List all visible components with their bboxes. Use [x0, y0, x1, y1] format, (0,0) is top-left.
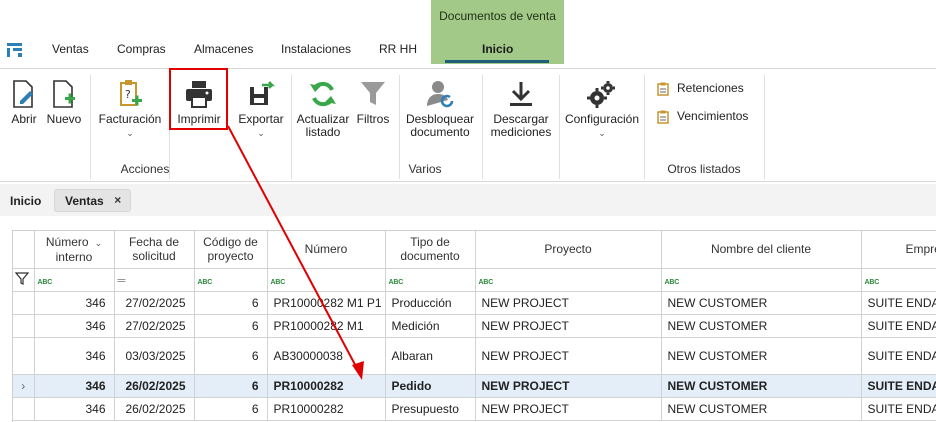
filter-row: ABC ═ ABC ABC ABC ABC ABC ABC — [13, 268, 936, 292]
column-header-empresa[interactable]: Empre — [861, 231, 936, 269]
close-icon[interactable]: × — [114, 193, 121, 207]
gears-icon — [587, 81, 615, 108]
imprimir-button[interactable]: Imprimir — [172, 79, 226, 126]
table-row[interactable]: 346 27/02/2025 6 PR10000282 M1 Medición … — [13, 314, 936, 338]
chevron-down-icon: ⌄ — [598, 128, 606, 138]
filter-cell-codigo[interactable]: ABC — [194, 268, 268, 292]
exportar-label: Exportar — [238, 112, 284, 126]
tab-almacenes[interactable]: Almacenes — [194, 42, 253, 56]
app-logo-icon[interactable] — [6, 40, 24, 58]
descargar-label-line2: mediciones — [490, 125, 552, 139]
desbloquear-label-line1: Desbloquear — [405, 112, 475, 126]
column-header-codigo-proyecto[interactable]: Código de proyecto — [194, 231, 268, 269]
filter-icon[interactable] — [13, 268, 35, 292]
grid-header-selector — [13, 231, 35, 269]
imprimir-label: Imprimir — [177, 112, 221, 126]
column-header-tipo-documento[interactable]: Tipo de documento — [385, 231, 476, 269]
desbloquear-documento-button[interactable]: Desbloquear documento — [403, 79, 477, 139]
active-tab-indicator — [445, 60, 549, 63]
invoice-icon: ? — [120, 80, 142, 106]
filter-cell-numero[interactable]: ABC — [267, 268, 386, 292]
download-icon — [510, 82, 532, 106]
row-selector-chevron-icon[interactable]: › — [13, 374, 35, 398]
ribbon-separator — [559, 75, 560, 179]
tab-instalaciones[interactable]: Instalaciones — [281, 42, 351, 56]
filter-cell-tipo[interactable]: ABC — [385, 268, 476, 292]
filter-cell-fecha[interactable]: ═ — [114, 268, 195, 292]
vencimientos-label: Vencimientos — [677, 109, 749, 123]
tab-rrhh[interactable]: RR HH — [379, 42, 417, 56]
funnel-icon — [361, 82, 385, 105]
documents-grid: Número ⌄ interno Fecha de solicitud Código … — [12, 230, 936, 422]
grid-header-row: Número ⌄ interno Fecha de solicitud Código … — [13, 231, 936, 269]
nuevo-label: Nuevo — [46, 112, 82, 126]
ribbon: Abrir Nuevo ? Facturación ⌄ Imprimir Exp… — [0, 68, 936, 182]
table-row[interactable]: 346 26/02/2025 6 PR10000282 Presupuesto … — [13, 397, 936, 421]
configuracion-label: Configuración — [564, 112, 640, 126]
retenciones-label: Retenciones — [677, 81, 744, 95]
table-row[interactable]: 346 03/03/2025 6 AB30000038 Albaran NEW … — [13, 337, 936, 375]
abrir-label: Abrir — [11, 112, 37, 126]
document-tab-ventas[interactable]: Ventas × — [54, 189, 131, 212]
actualizar-label-line2: listado — [305, 125, 341, 139]
column-header-numero[interactable]: Número — [267, 231, 386, 269]
group-label-varios: Varios — [408, 162, 442, 176]
table-row[interactable]: 346 27/02/2025 6 PR10000282 M1 P1 Produc… — [13, 291, 936, 315]
open-doc-icon — [13, 80, 33, 108]
configuracion-button[interactable]: Configuración ⌄ — [563, 79, 641, 140]
group-label-otros-listados: Otros listados — [667, 162, 741, 176]
facturacion-button[interactable]: ? Facturación ⌄ — [96, 79, 164, 140]
breadcrumb: Inicio Ventas × — [0, 184, 936, 216]
vencimientos-item[interactable]: Vencimientos — [657, 109, 748, 124]
refresh-icon — [310, 81, 336, 107]
column-header-numero-interno[interactable]: Número ⌄ interno — [34, 231, 115, 269]
context-tab-title: Documentos de venta — [439, 9, 556, 23]
filtros-button[interactable]: Filtros — [354, 79, 392, 126]
nuevo-button[interactable]: Nuevo — [45, 79, 83, 126]
descargar-mediciones-button[interactable]: Descargar mediciones — [487, 79, 555, 139]
tab-inicio[interactable]: Inicio — [482, 42, 513, 56]
abrir-button[interactable]: Abrir — [8, 79, 40, 126]
desbloquear-label-line2: documento — [410, 125, 470, 139]
user-unlock-icon — [427, 81, 454, 108]
clipboard-icon — [657, 82, 669, 96]
column-header-nombre-cliente[interactable]: Nombre del cliente — [661, 231, 862, 269]
column-header-fecha-solicitud[interactable]: Fecha de solicitud — [114, 231, 195, 269]
printer-icon — [186, 81, 212, 108]
actualizar-listado-button[interactable]: Actualizar listado — [295, 79, 351, 139]
filtros-label: Filtros — [356, 112, 390, 126]
breadcrumb-home[interactable]: Inicio — [10, 194, 41, 208]
filter-cell-cliente[interactable]: ABC — [661, 268, 862, 292]
facturacion-label: Facturación — [98, 112, 162, 126]
tab-ventas[interactable]: Ventas — [52, 42, 89, 56]
new-doc-icon — [53, 80, 75, 108]
clipboard-icon — [657, 110, 669, 124]
chevron-down-icon: ⌄ — [257, 128, 265, 138]
svg-text:?: ? — [125, 88, 131, 101]
filter-cell-proyecto[interactable]: ABC — [475, 268, 662, 292]
group-label-acciones: Acciones — [120, 162, 170, 176]
table-row-selected[interactable]: › 346 26/02/2025 6 PR10000282 Pedido NEW… — [13, 374, 936, 398]
ribbon-separator — [764, 75, 765, 179]
document-tab-label: Ventas — [65, 194, 104, 208]
chevron-down-icon: ⌄ — [126, 128, 134, 138]
actualizar-label-line1: Actualizar — [296, 112, 350, 126]
exportar-button[interactable]: Exportar ⌄ — [234, 79, 288, 140]
top-nav: Documentos de venta Ventas Compras Almac… — [0, 0, 936, 68]
column-header-proyecto[interactable]: Proyecto — [475, 231, 662, 269]
descargar-label-line1: Descargar — [493, 112, 549, 126]
filter-cell-numero-interno[interactable]: ABC — [34, 268, 115, 292]
chevron-down-icon[interactable]: ⌄ — [95, 238, 103, 248]
filter-cell-empresa[interactable]: ABC — [861, 268, 936, 292]
tab-compras[interactable]: Compras — [117, 42, 166, 56]
export-icon — [250, 81, 276, 105]
retenciones-item[interactable]: Retenciones — [657, 81, 744, 96]
